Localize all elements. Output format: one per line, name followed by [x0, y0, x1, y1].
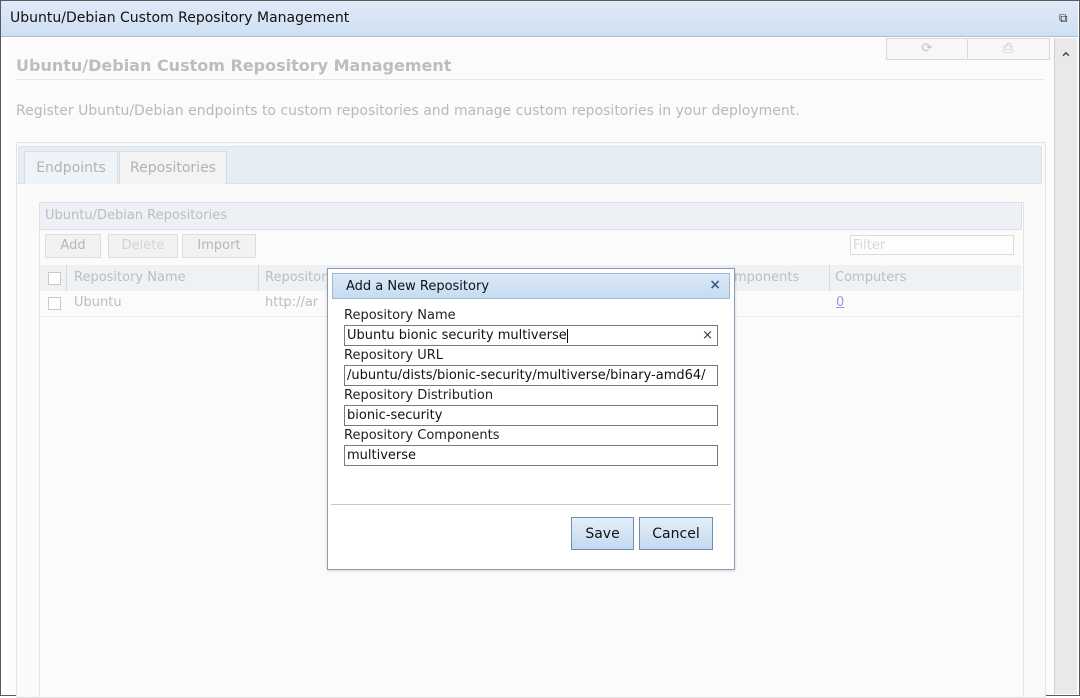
add-button[interactable]: Add	[45, 234, 101, 258]
repository-components-label: Repository Components	[344, 428, 500, 443]
repository-components-field[interactable]: multiverse	[344, 445, 718, 466]
refresh-icon[interactable]: ⟳	[887, 39, 968, 59]
row-repository-url: http://ar	[265, 295, 319, 310]
tab-repositories[interactable]: Repositories	[119, 151, 227, 184]
vertical-scrollbar[interactable]: ⌃	[1054, 38, 1077, 694]
repository-distribution-label: Repository Distribution	[344, 388, 494, 403]
select-all-checkbox[interactable]	[48, 272, 61, 285]
row-checkbox[interactable]	[48, 297, 61, 310]
repository-name-label: Repository Name	[344, 308, 456, 323]
column-header-name[interactable]: Repository Name	[74, 270, 186, 285]
repository-name-field[interactable]: Ubuntu bionic security multiverse ×	[344, 325, 718, 346]
dialog-title: Add a New Repository	[346, 279, 490, 294]
grid-title-bar: Ubuntu/Debian Repositories	[39, 202, 1022, 230]
delete-button[interactable]: Delete	[108, 234, 178, 258]
window-titlebar: Ubuntu/Debian Custom Repository Manageme…	[1, 1, 1078, 37]
page-title: Ubuntu/Debian Custom Repository Manageme…	[16, 56, 452, 75]
scroll-up-icon[interactable]: ⌃	[1055, 48, 1077, 70]
column-divider	[66, 265, 67, 291]
column-header-url[interactable]: Repositor	[265, 270, 326, 285]
dialog-header: Add a New Repository ×	[332, 273, 730, 299]
tab-endpoints[interactable]: Endpoints	[24, 151, 118, 184]
print-icon[interactable]: ⎙	[968, 39, 1048, 59]
row-computers-link[interactable]: 0	[836, 295, 844, 310]
grid-title: Ubuntu/Debian Repositories	[45, 208, 227, 223]
dialog-divider	[331, 504, 731, 505]
clear-icon[interactable]: ×	[702, 326, 713, 345]
page-description: Register Ubuntu/Debian endpoints to cust…	[16, 103, 800, 119]
add-repository-dialog: Add a New Repository × Repository Name U…	[327, 268, 735, 570]
import-button[interactable]: Import	[182, 234, 256, 258]
column-header-computers[interactable]: Computers	[835, 270, 906, 285]
text-cursor	[566, 328, 568, 343]
repository-name-value: Ubuntu bionic security multiverse	[347, 328, 567, 343]
popout-icon[interactable]: ⧉	[1059, 12, 1071, 24]
column-header-components[interactable]: mponents	[734, 270, 799, 285]
close-icon[interactable]: ×	[709, 277, 721, 293]
column-divider	[258, 265, 259, 291]
window-title: Ubuntu/Debian Custom Repository Manageme…	[10, 10, 350, 26]
column-divider	[829, 265, 830, 291]
repository-url-field[interactable]: /ubuntu/dists/bionic-security/multiverse…	[344, 365, 718, 386]
save-button[interactable]: Save	[571, 517, 634, 550]
cancel-button[interactable]: Cancel	[639, 517, 713, 550]
title-divider	[16, 79, 1044, 80]
repository-url-label: Repository URL	[344, 348, 444, 363]
repository-distribution-field[interactable]: bionic-security	[344, 405, 718, 426]
filter-input[interactable]: Filter	[850, 235, 1014, 255]
row-repository-name: Ubuntu	[74, 295, 122, 310]
page-toolbar: ⟳ ⎙	[886, 38, 1050, 60]
